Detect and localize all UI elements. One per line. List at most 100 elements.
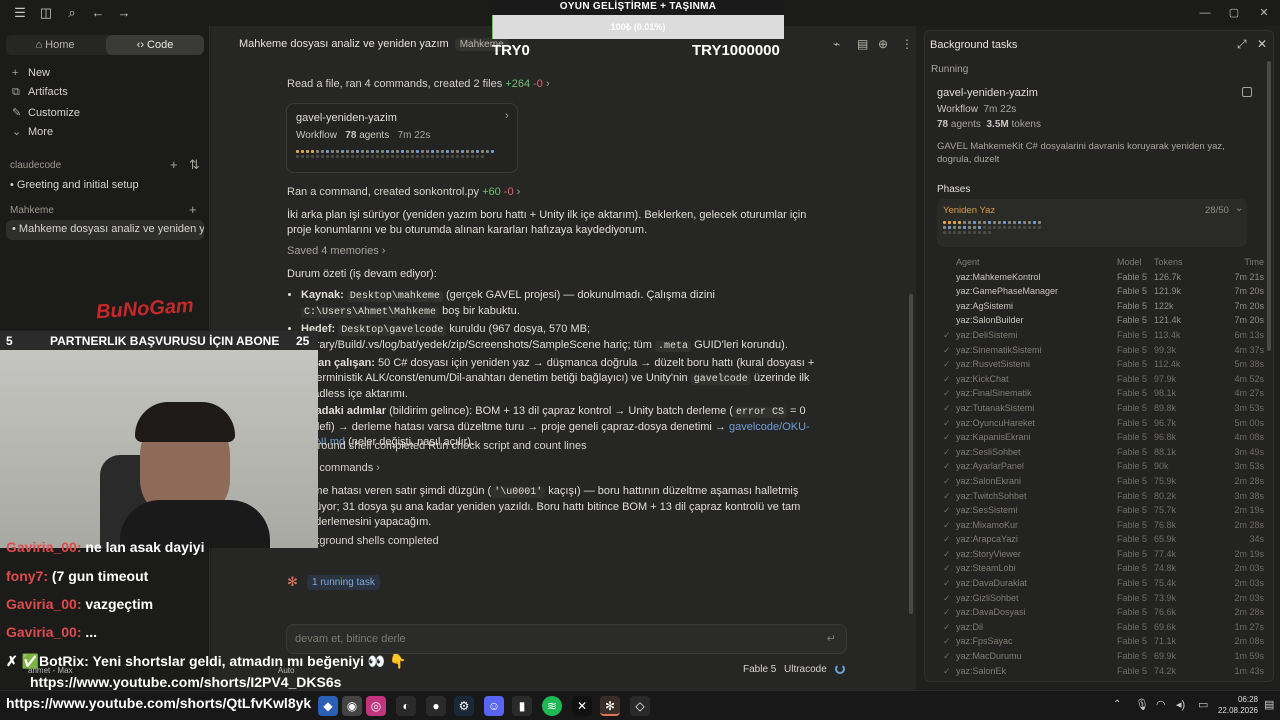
progress-dot bbox=[953, 221, 956, 224]
agent-row[interactable]: ✓ yaz:RusvetSistemi Fable 5 112.4k 5m 38s bbox=[943, 357, 1267, 372]
steam-icon[interactable]: ⚙ bbox=[454, 696, 474, 716]
agent-row[interactable]: ✓ yaz:SalonEkrani Fable 5 75.9k 2m 28s bbox=[943, 474, 1267, 489]
tool-summary-text: Ran a command, created sonkontrol.py bbox=[287, 186, 479, 198]
tab-home[interactable]: ⌂ Home bbox=[6, 35, 104, 55]
agent-row[interactable]: ✓ yaz:AyarlarPanel Fable 5 90k 3m 53s bbox=[943, 459, 1267, 474]
stop-icon[interactable] bbox=[1242, 87, 1252, 97]
spotify-icon[interactable]: ≋ bbox=[542, 696, 562, 716]
sidebar-item-more[interactable]: ⌄ More bbox=[12, 125, 53, 138]
panel-scrollbar[interactable] bbox=[1267, 61, 1271, 351]
add-icon[interactable]: + bbox=[170, 157, 178, 172]
chat-title[interactable]: Mahkeme dosyası analiz ve yeniden yazım bbox=[239, 38, 449, 50]
agent-row[interactable]: ✓ yaz:DavaDuraklat Fable 5 75.4k 2m 03s bbox=[943, 576, 1267, 591]
agent-row[interactable]: ✓ yaz:SesSistemi Fable 5 75.7k 2m 19s bbox=[943, 503, 1267, 518]
chrome-icon[interactable]: ◐ bbox=[396, 696, 416, 716]
maximize-icon[interactable]: ▢ bbox=[1224, 4, 1244, 22]
agent-row[interactable]: ✓ yaz:DavaDosyasi Fable 5 76.6k 2m 28s bbox=[943, 605, 1267, 620]
send-icon[interactable]: ↵ bbox=[827, 632, 836, 645]
agent-row[interactable]: ✓ yaz:SteamLobi Fable 5 74.8k 2m 03s bbox=[943, 561, 1267, 576]
filter-icon[interactable]: ⇅ bbox=[189, 157, 200, 173]
agent-row[interactable]: ✓ yaz:ArapcaYazi Fable 5 65.9k 34s bbox=[943, 532, 1267, 547]
clock[interactable]: 06:28 22.08.2026 bbox=[1212, 694, 1258, 716]
agent-row[interactable]: ✓ yaz:SesliSohbet Fable 5 88.1k 3m 49s bbox=[943, 445, 1267, 460]
app-icon[interactable]: ◆ bbox=[318, 696, 338, 716]
agent-name: yaz:MacDurumu bbox=[956, 651, 1022, 662]
sidebar-item-new[interactable]: + New bbox=[12, 67, 50, 79]
tab-code[interactable]: ‹› Code bbox=[106, 35, 204, 55]
sidebar-item-customize[interactable]: ✎ Customize bbox=[12, 106, 80, 119]
volume-icon[interactable]: ◂) bbox=[1176, 698, 1185, 711]
model-selector[interactable]: Fable 5 bbox=[743, 664, 776, 675]
agent-row[interactable]: ✓ yaz:OyuncuHareket Fable 5 96.7k 5m 00s bbox=[943, 416, 1267, 431]
instagram-icon[interactable]: ◎ bbox=[366, 696, 386, 716]
chat-item[interactable]: • Greeting and initial setup bbox=[10, 179, 139, 191]
phase-yeniden-yaz[interactable]: Yeniden Yaz 28/50 ⌄ bbox=[937, 199, 1247, 247]
agent-row[interactable]: ✓ yaz:SinematikSistemi Fable 5 99.3k 4m 37s bbox=[943, 343, 1267, 358]
close-panel-icon[interactable]: ✕ bbox=[1257, 37, 1267, 51]
workflow-card[interactable]: gavel-yeniden-yazim › Workflow 78 agents… bbox=[286, 103, 518, 173]
saved-memories[interactable]: Saved 4 memories › bbox=[287, 245, 385, 257]
x-icon[interactable]: ✕ bbox=[572, 696, 592, 716]
back-arrow-icon[interactable]: ← bbox=[90, 5, 106, 21]
phases-label: Phases bbox=[937, 184, 971, 195]
agent-row[interactable]: yaz:SalonBuilder Fable 5 121.4k 7m 20s bbox=[943, 313, 1267, 328]
discord-alt-icon[interactable]: ◉ bbox=[342, 696, 362, 716]
files-icon[interactable]: ▮ bbox=[512, 696, 532, 716]
agent-row[interactable]: ✓ yaz:KickChat Fable 5 97.9k 4m 52s bbox=[943, 372, 1267, 387]
agent-row[interactable]: ✓ yaz:GizliSohbet Fable 5 73.9k 2m 03s bbox=[943, 591, 1267, 606]
agent-row[interactable]: ✓ yaz:StoryViewer Fable 5 77.4k 2m 19s bbox=[943, 547, 1267, 562]
unity-icon[interactable]: ◇ bbox=[630, 696, 650, 716]
agent-row[interactable]: ✓ yaz:MacDurumu Fable 5 69.9k 1m 59s bbox=[943, 649, 1267, 664]
claude-icon[interactable]: ✻ bbox=[600, 696, 620, 716]
bullet-text: GUID'leri korundu). bbox=[694, 339, 788, 351]
notification-icon[interactable]: ▤ bbox=[1264, 698, 1274, 711]
agent-row[interactable]: ✓ yaz:Dil Fable 5 69.6k 1m 27s bbox=[943, 620, 1267, 635]
add-icon[interactable]: + bbox=[189, 202, 197, 217]
agent-row[interactable]: ✓ yaz:TwitchSohbet Fable 5 80.2k 3m 38s bbox=[943, 489, 1267, 504]
agent-row[interactable]: ✓ yaz:TutanakSistemi Fable 5 89.8k 3m 53s bbox=[943, 401, 1267, 416]
agent-row[interactable]: ✓ yaz:SalonEk Fable 5 74.2k 1m 43s bbox=[943, 664, 1267, 679]
expand-icon[interactable]: ⤢ bbox=[1237, 37, 1247, 52]
workflow-summary[interactable]: gavel-yeniden-yazim Workflow 7m 22s 78 a… bbox=[931, 81, 1252, 167]
agent-row[interactable]: yaz:GamePhaseManager Fable 5 121.9k 7m 20s bbox=[943, 284, 1267, 299]
agent-row[interactable]: yaz:MahkemeKontrol Fable 5 126.7k 7m 21s bbox=[943, 270, 1267, 285]
agent-row[interactable]: ✓ yaz:DeliSistemi Fable 5 113.4k 6m 13s bbox=[943, 328, 1267, 343]
mode-selector[interactable]: Ultracode bbox=[784, 664, 827, 675]
agent-row[interactable]: ✓ yaz:KapanisEkrani Fable 5 96.8k 4m 08s bbox=[943, 430, 1267, 445]
tool-summary-2[interactable]: Ran a command, created sonkontrol.py +60… bbox=[287, 186, 520, 198]
tool-summary-1[interactable]: Read a file, ran 4 commands, created 2 f… bbox=[287, 78, 550, 90]
search-icon[interactable]: ⌕ bbox=[64, 5, 80, 21]
inline-code: C:\Users\Ahmet\Mahkeme bbox=[301, 307, 440, 318]
sidebar-item-artifacts[interactable]: ⧉ Artifacts bbox=[12, 86, 68, 99]
menu-icon[interactable]: ☰ bbox=[12, 5, 28, 21]
split-view-icon[interactable]: ▤ bbox=[857, 37, 868, 51]
globe-icon[interactable]: ⊕ bbox=[878, 37, 888, 51]
agent-model: Fable 5 bbox=[1117, 548, 1148, 559]
terminal-icon[interactable]: ⌁ bbox=[833, 37, 840, 51]
donation-progress-bar: 100₺ (0.01%) bbox=[492, 15, 784, 39]
progress-dot bbox=[381, 150, 384, 153]
more-options-icon[interactable]: ⋮ bbox=[901, 37, 913, 51]
message-input[interactable]: devam et, bitince derle ↵ bbox=[286, 624, 847, 654]
progress-dot bbox=[983, 221, 986, 224]
chat-item-active[interactable]: • Mahkeme dosyası analiz ve yeniden ya bbox=[6, 220, 204, 240]
agent-row[interactable]: ✓ yaz:MixamoKur Fable 5 76.8k 2m 28s bbox=[943, 518, 1267, 533]
obs-icon[interactable]: ● bbox=[426, 696, 446, 716]
agent-row[interactable]: ✓ yaz:FinalSinematik Fable 5 98.1k 4m 27s bbox=[943, 386, 1267, 401]
agent-row[interactable]: yaz:AgSistemi Fable 5 122k 7m 20s bbox=[943, 299, 1267, 314]
discord-icon[interactable]: ☺ bbox=[484, 696, 504, 716]
close-window-icon[interactable]: ✕ bbox=[1254, 4, 1274, 22]
running-task-badge[interactable]: 1 running task bbox=[307, 575, 380, 590]
sidebar-toggle-icon[interactable]: ◫ bbox=[38, 5, 54, 21]
check-icon: ✓ bbox=[943, 373, 951, 384]
wifi-icon[interactable]: ◠ bbox=[1156, 698, 1166, 711]
main-scrollbar[interactable] bbox=[909, 294, 913, 614]
chevron-up-icon[interactable]: ⌃ bbox=[1113, 699, 1121, 710]
agent-tokens: 89.8k bbox=[1154, 402, 1177, 413]
minimize-icon[interactable]: — bbox=[1195, 4, 1215, 22]
battery-icon[interactable]: ▭ bbox=[1198, 698, 1208, 711]
forward-arrow-icon[interactable]: → bbox=[116, 5, 132, 21]
agent-row[interactable]: ✓ yaz:FpsSayac Fable 5 71.1k 2m 08s bbox=[943, 634, 1267, 649]
microphone-icon[interactable]: 🎙 bbox=[1135, 698, 1149, 711]
background-shell-status[interactable]: Background shell completed Run check scr… bbox=[287, 440, 587, 452]
